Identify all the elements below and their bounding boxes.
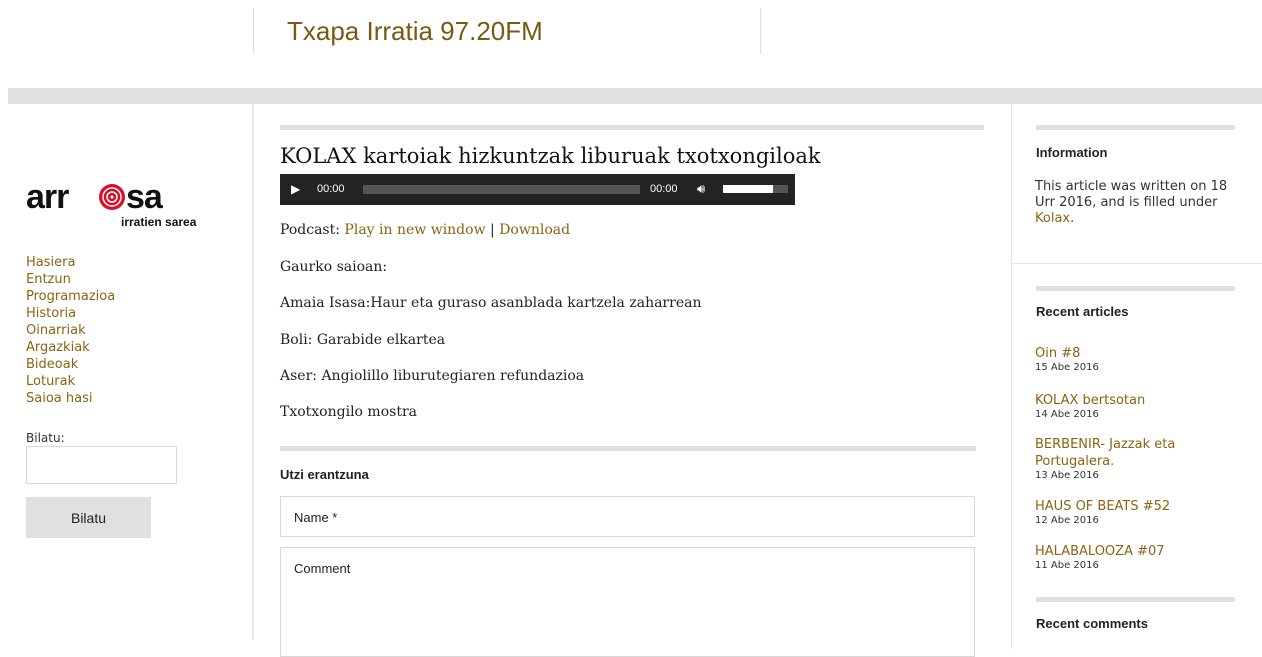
recent-article-link[interactable]: Oin #8 [1035, 345, 1245, 362]
download-link[interactable]: Download [499, 222, 570, 238]
post-paragraph: Txotxongilo mostra [280, 404, 417, 420]
search-button[interactable]: Bilatu [26, 497, 151, 538]
header-divider-right [760, 8, 761, 54]
info-top-rule [1036, 125, 1235, 130]
svg-text:arr: arr [26, 178, 69, 216]
podcast-label: Podcast: [280, 222, 340, 238]
right-sidebar-separator [1012, 263, 1262, 264]
nav-item-entzun[interactable]: Entzun [26, 271, 115, 288]
svg-text:sa: sa [126, 178, 164, 216]
nav-item-hasiera[interactable]: Hasiera [26, 254, 115, 271]
recent-article-link[interactable]: BERBENIR- Jazzak eta Portugalera. [1035, 436, 1215, 470]
nav-item-historia[interactable]: Historia [26, 305, 115, 322]
recent-article-date: 11 Abe 2016 [1035, 560, 1099, 571]
reply-title: Utzi erantzuna [280, 467, 369, 482]
header-divider-left [253, 8, 254, 54]
recent-article-date: 12 Abe 2016 [1035, 515, 1099, 526]
podcast-separator: | [490, 222, 495, 238]
recent-article: HAUS OF BEATS #52 12 Abe 2016 [1035, 498, 1245, 527]
nav-item-programazioa[interactable]: Programazioa [26, 288, 115, 305]
site-title[interactable]: Txapa Irratia 97.20FM [287, 16, 543, 47]
nav-item-saioa-hasi[interactable]: Saioa hasi [26, 390, 115, 407]
nav-item-loturak[interactable]: Loturak [26, 373, 115, 390]
info-heading: Information [1036, 145, 1108, 160]
nav-item-oinarriak[interactable]: Oinarriak [26, 322, 115, 339]
post-paragraph: Boli: Garabide elkartea [280, 332, 446, 348]
name-placeholder: Name * [294, 510, 338, 525]
comments-top-rule [1036, 597, 1235, 602]
reply-top-rule [280, 446, 976, 451]
info-text-body: This article was written on 18 Urr 2016,… [1035, 179, 1228, 210]
nav-item-bideoak[interactable]: Bideoak [26, 356, 115, 373]
right-column-divider [1011, 104, 1012, 649]
search-label: Bilatu: [26, 431, 65, 445]
recent-article-link[interactable]: HALABALOOZA #07 [1035, 543, 1245, 560]
play-in-new-window-link[interactable]: Play in new window [344, 222, 485, 238]
recent-article-link[interactable]: HAUS OF BEATS #52 [1035, 498, 1245, 515]
recent-article-date: 15 Abe 2016 [1035, 362, 1099, 373]
info-text: This article was written on 18 Urr 2016,… [1035, 179, 1235, 227]
podcast-line: Podcast: Play in new window | Download [280, 222, 570, 238]
post-title[interactable]: KOLAX kartoiak hizkuntzak liburuak txotx… [280, 144, 821, 168]
svg-text:irratien sarea: irratien sarea [121, 215, 197, 228]
comment-placeholder: Comment [294, 561, 351, 576]
recent-article: HALABALOOZA #07 11 Abe 2016 [1035, 543, 1245, 572]
post-paragraph: Gaurko saioan: [280, 259, 388, 275]
recent-articles-heading: Recent articles [1036, 304, 1129, 319]
audio-player: ▶ 00:00 00:00 🔊︎ [280, 174, 795, 205]
nav-item-argazkiak[interactable]: Argazkiak [26, 339, 115, 356]
info-text-end: . [1070, 211, 1075, 226]
arrosa-logo[interactable]: arr sa irratien sarea [26, 178, 211, 228]
post-paragraph: Amaia Isasa:Haur eta guraso asanblada ka… [280, 295, 702, 311]
recent-article: BERBENIR- Jazzak eta Portugalera. 13 Abe… [1035, 436, 1215, 482]
progress-track[interactable] [363, 185, 640, 194]
name-field[interactable]: Name * [280, 496, 975, 537]
duration-time: 00:00 [650, 183, 678, 195]
recent-comments-heading: Recent comments [1036, 616, 1148, 631]
recent-article-link[interactable]: KOLAX bertsotan [1035, 392, 1245, 409]
current-time: 00:00 [317, 183, 345, 195]
recent-article-date: 13 Abe 2016 [1035, 470, 1099, 481]
recent-top-rule [1036, 286, 1235, 291]
left-column-divider [252, 104, 254, 640]
volume-icon[interactable]: 🔊︎ [697, 181, 705, 197]
comment-field[interactable]: Comment [280, 547, 975, 657]
recent-article: KOLAX bertsotan 14 Abe 2016 [1035, 392, 1245, 421]
recent-article-date: 14 Abe 2016 [1035, 409, 1099, 420]
play-icon[interactable]: ▶ [291, 182, 300, 196]
post-top-rule [280, 125, 984, 130]
search-input[interactable] [26, 446, 177, 484]
recent-article: Oin #8 15 Abe 2016 [1035, 345, 1245, 374]
top-bar [8, 88, 1262, 104]
info-category-link[interactable]: Kolax [1035, 211, 1070, 226]
post-paragraph: Aser: Angiolillo liburutegiaren refundaz… [280, 368, 585, 384]
volume-level [723, 185, 773, 193]
main-navigation: Hasiera Entzun Programazioa Historia Oin… [26, 254, 115, 407]
